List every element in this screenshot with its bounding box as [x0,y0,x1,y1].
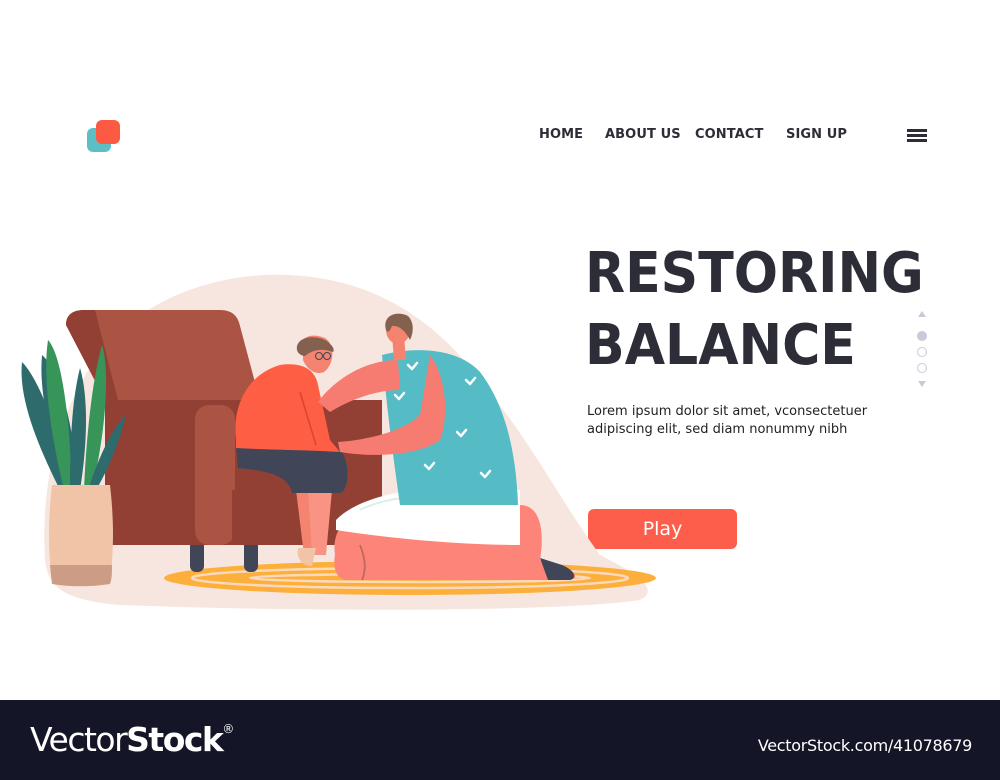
nav-sign-up[interactable]: SIGN UP [786,127,847,142]
footer-bar: VectorStock® VectorStock.com/41078679 [0,700,1000,780]
pager-dot-3[interactable] [917,363,927,373]
logo-coral-square [96,120,120,144]
pager-dot-2[interactable] [917,347,927,357]
hamburger-menu-icon[interactable] [907,129,927,142]
hero-illustration [21,274,656,610]
pager-down-arrow-icon[interactable] [918,381,926,387]
slide-pager [914,311,930,391]
brand-logo[interactable] [87,120,121,154]
image-reference: VectorStock.com/41078679 [757,736,972,755]
nav-home[interactable]: HOME [539,127,583,142]
nav-contact[interactable]: CONTACT [695,127,764,142]
pager-dot-1[interactable] [917,331,927,341]
vectorstock-logo[interactable]: VectorStock® [30,720,234,759]
pager-up-arrow-icon[interactable] [918,311,926,317]
nav-about-us[interactable]: ABOUT US [605,127,681,142]
